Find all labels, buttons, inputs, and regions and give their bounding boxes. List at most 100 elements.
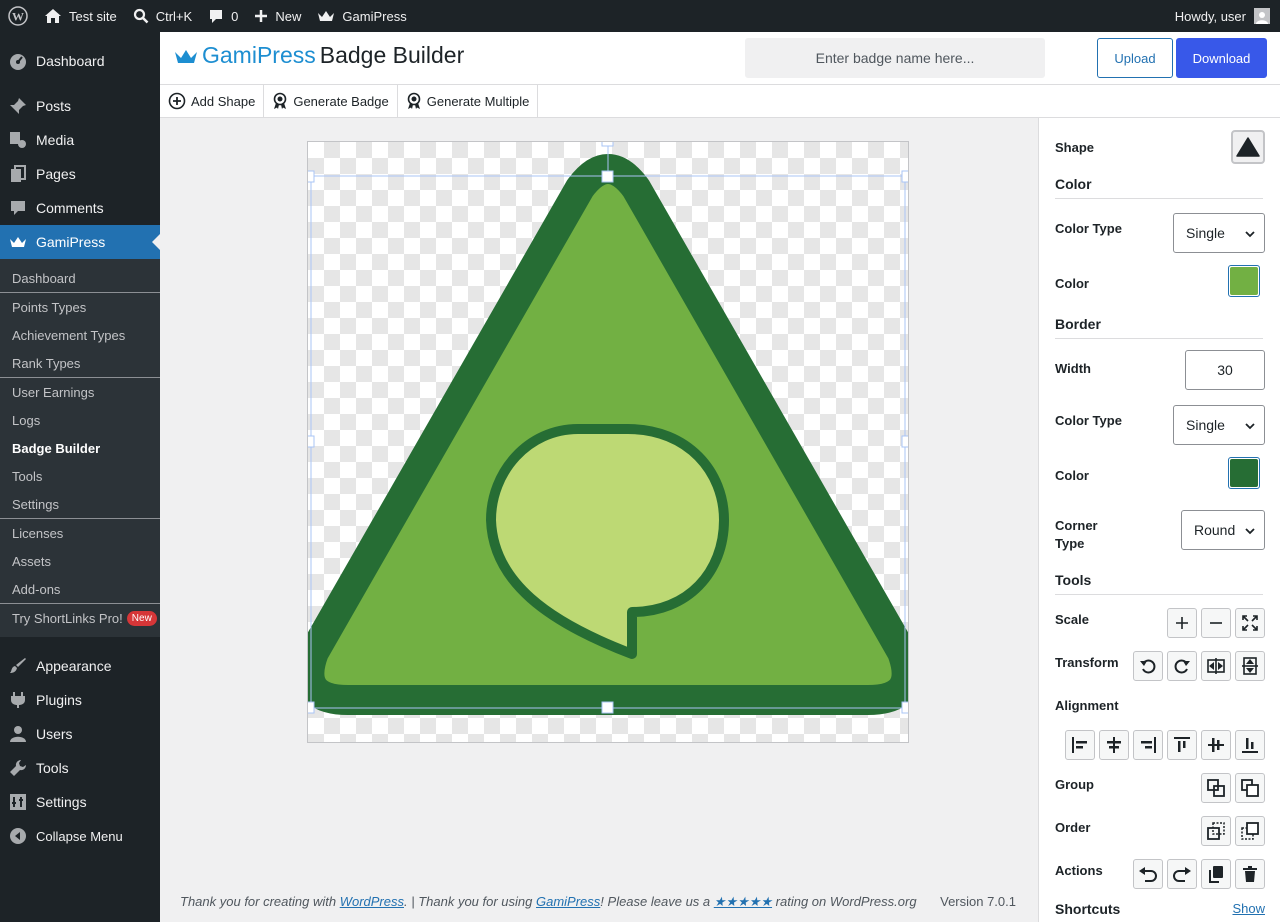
submenu-add-ons[interactable]: Add-ons — [0, 575, 160, 603]
redo-button[interactable] — [1167, 859, 1197, 889]
submenu-dashboard[interactable]: Dashboard — [0, 264, 160, 292]
align-left-button[interactable] — [1065, 730, 1095, 760]
submenu-assets[interactable]: Assets — [0, 547, 160, 575]
page-title: GamiPress Badge Builder — [174, 42, 464, 69]
submenu-settings[interactable]: Settings — [0, 490, 160, 518]
submenu-tools[interactable]: Tools — [0, 462, 160, 490]
submenu-rank-types[interactable]: Rank Types — [0, 349, 160, 377]
pages-icon — [9, 165, 27, 183]
rating-stars-link[interactable]: ★★★★★ — [714, 894, 772, 909]
wordpress-logo-icon[interactable]: W — [0, 0, 36, 32]
corner-type-select[interactable]: Round — [1181, 510, 1265, 550]
menu-users[interactable]: Users — [0, 717, 160, 751]
rotation-handle[interactable] — [601, 137, 614, 147]
gamipress-adminbar-link[interactable]: GamiPress — [309, 0, 414, 32]
border-width-input[interactable]: 30 — [1185, 350, 1265, 390]
submenu-logs[interactable]: Logs — [0, 406, 160, 434]
color-type-label: Color Type — [1055, 221, 1122, 236]
rotate-left-button[interactable] — [1133, 651, 1163, 681]
scale-up-button[interactable] — [1167, 608, 1197, 638]
bring-forward-button[interactable] — [1235, 816, 1265, 846]
resize-handle[interactable] — [305, 435, 315, 448]
align-bottom-button[interactable] — [1235, 730, 1265, 760]
delete-button[interactable] — [1235, 859, 1265, 889]
resize-handle[interactable] — [901, 435, 911, 448]
pushpin-icon — [9, 97, 27, 115]
border-color-type-select[interactable]: Single — [1173, 405, 1265, 445]
action-buttons — [1133, 859, 1265, 889]
submenu-badge-builder[interactable]: Badge Builder — [0, 434, 160, 462]
menu-media[interactable]: Media — [0, 123, 160, 157]
submenu-licenses[interactable]: Licenses — [0, 519, 160, 547]
comments-link[interactable]: 0 — [200, 0, 246, 32]
admin-footer: Thank you for creating with WordPress. |… — [180, 894, 917, 910]
collapse-menu-button[interactable]: Collapse Menu — [0, 819, 160, 853]
menu-appearance[interactable]: Appearance — [0, 649, 160, 683]
site-name-link[interactable]: Test site — [36, 0, 125, 32]
alignment-label: Alignment — [1055, 698, 1119, 713]
rotate-left-icon — [1140, 659, 1156, 674]
add-shape-button[interactable]: Add Shape — [160, 85, 265, 117]
flip-vertical-button[interactable] — [1235, 651, 1265, 681]
new-content-link[interactable]: New — [246, 0, 309, 32]
send-backward-button[interactable] — [1201, 816, 1231, 846]
corner-type-row: Corner Type Round — [1055, 510, 1265, 551]
resize-handle[interactable] — [901, 701, 911, 714]
submenu-achievement-types[interactable]: Achievement Types — [0, 321, 160, 349]
resize-handle[interactable] — [601, 701, 614, 714]
plus-circle-icon — [168, 92, 186, 110]
command-palette-button[interactable]: Ctrl+K — [125, 0, 200, 32]
align-center-button[interactable] — [1099, 730, 1129, 760]
menu-tools[interactable]: Tools — [0, 751, 160, 785]
group-button[interactable] — [1201, 773, 1231, 803]
badge-name-input[interactable] — [745, 38, 1045, 78]
submenu-try-shortlinks[interactable]: Try ShortLinks Pro! New — [0, 604, 160, 632]
border-color-swatch[interactable] — [1228, 457, 1260, 489]
generate-badge-button[interactable]: Generate Badge — [264, 85, 398, 117]
menu-pages[interactable]: Pages — [0, 157, 160, 191]
menu-dashboard[interactable]: Dashboard — [0, 44, 160, 78]
align-right-button[interactable] — [1133, 730, 1163, 760]
fit-canvas-button[interactable] — [1235, 608, 1265, 638]
badge-canvas[interactable] — [294, 137, 922, 743]
scale-down-button[interactable] — [1201, 608, 1231, 638]
shortcuts-show-link[interactable]: Show — [1232, 901, 1265, 916]
undo-button[interactable] — [1133, 859, 1163, 889]
footer-text: ! Please leave us a — [600, 894, 714, 909]
submenu-points-types[interactable]: Points Types — [0, 293, 160, 321]
align-middle-button[interactable] — [1201, 730, 1231, 760]
align-top-button[interactable] — [1167, 730, 1197, 760]
menu-comments[interactable]: Comments — [0, 191, 160, 225]
flip-horizontal-button[interactable] — [1201, 651, 1231, 681]
my-account[interactable]: Howdy, user — [1175, 8, 1280, 24]
gamipress-link[interactable]: GamiPress — [536, 894, 600, 909]
upload-button[interactable]: Upload — [1097, 38, 1173, 78]
rotate-right-button[interactable] — [1167, 651, 1197, 681]
transform-row: Transform — [1055, 651, 1265, 681]
transform-buttons — [1133, 651, 1265, 681]
resize-handle[interactable] — [901, 170, 911, 183]
ungroup-button[interactable] — [1235, 773, 1265, 803]
duplicate-button[interactable] — [1201, 859, 1231, 889]
resize-handle[interactable] — [305, 170, 315, 183]
menu-label: Dashboard — [36, 53, 105, 69]
shape-picker-button[interactable] — [1231, 130, 1265, 164]
fill-color-swatch[interactable] — [1228, 265, 1260, 297]
color-type-row: Color Type Single — [1055, 213, 1265, 253]
wordpress-link[interactable]: WordPress — [340, 894, 404, 909]
badge-preview[interactable] — [294, 137, 922, 742]
generate-multiple-button[interactable]: Generate Multiple — [398, 85, 539, 117]
download-button[interactable]: Download — [1176, 38, 1267, 78]
menu-plugins[interactable]: Plugins — [0, 683, 160, 717]
wrench-icon — [9, 759, 27, 777]
menu-label: Tools — [36, 760, 69, 776]
resize-handle[interactable] — [305, 701, 315, 714]
resize-handle[interactable] — [601, 170, 614, 183]
color-type-select[interactable]: Single — [1173, 213, 1265, 253]
width-label: Width — [1055, 361, 1091, 376]
menu-gamipress[interactable]: GamiPress — [0, 225, 160, 259]
submenu-user-earnings[interactable]: User Earnings — [0, 378, 160, 406]
menu-label: Pages — [36, 166, 76, 182]
menu-settings[interactable]: Settings — [0, 785, 160, 819]
menu-posts[interactable]: Posts — [0, 89, 160, 123]
